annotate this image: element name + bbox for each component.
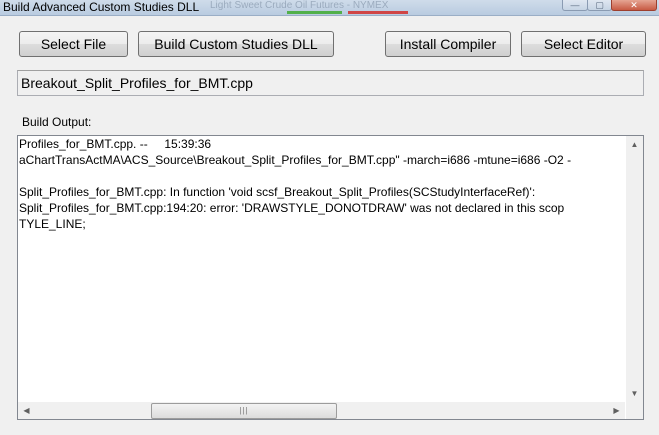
vertical-scrollbar[interactable]: ▲ ▼ <box>626 136 643 402</box>
scroll-right-icon[interactable]: ▶ <box>608 402 625 419</box>
background-red-bar <box>348 11 408 14</box>
window-title: Build Advanced Custom Studies DLL <box>3 0 200 14</box>
build-output-textarea[interactable]: Profiles_for_BMT.cpp. -- 15:39:36 aChart… <box>17 135 644 420</box>
output-line: Profiles_for_BMT.cpp. -- 15:39:36 <box>19 137 212 151</box>
minimize-icon: — <box>570 0 580 10</box>
install-compiler-button[interactable]: Install Compiler <box>385 31 511 57</box>
scrollbar-corner <box>626 402 643 419</box>
output-line: aChartTransActMA\ACS_Source\Breakout_Spl… <box>19 153 572 167</box>
close-button[interactable]: ✕ <box>611 0 657 11</box>
horizontal-scroll-thumb[interactable]: ||| <box>151 403 337 419</box>
output-line: Split_Profiles_for_BMT.cpp:194:20: error… <box>19 201 565 215</box>
output-line: TYLE_LINE; <box>19 217 86 231</box>
minimize-button[interactable]: — <box>562 0 588 11</box>
select-editor-button[interactable]: Select Editor <box>521 31 646 57</box>
selected-file-field[interactable]: Breakout_Split_Profiles_for_BMT.cpp <box>17 70 644 96</box>
close-icon: ✕ <box>630 0 638 10</box>
scroll-down-icon[interactable]: ▼ <box>626 385 643 402</box>
background-green-bar <box>287 11 342 14</box>
build-output-label: Build Output: <box>22 115 92 129</box>
build-custom-studies-dll-button[interactable]: Build Custom Studies DLL <box>138 31 334 57</box>
title-bar[interactable]: Build Advanced Custom Studies DLL Light … <box>0 0 659 16</box>
select-file-button[interactable]: Select File <box>19 31 128 57</box>
output-line: Split_Profiles_for_BMT.cpp: In function … <box>19 185 536 199</box>
build-output-content[interactable]: Profiles_for_BMT.cpp. -- 15:39:36 aChart… <box>18 136 625 402</box>
scroll-left-icon[interactable]: ◀ <box>18 402 35 419</box>
horizontal-scrollbar[interactable]: ◀ ||| ▶ <box>18 402 625 419</box>
maximize-button[interactable]: ▢ <box>587 0 612 11</box>
background-window-ghost: Light Sweet Crude Oil Futures - NYMEX <box>210 0 540 14</box>
maximize-icon: ▢ <box>595 0 604 10</box>
scroll-up-icon[interactable]: ▲ <box>626 136 643 153</box>
grip-icon: ||| <box>239 406 249 415</box>
